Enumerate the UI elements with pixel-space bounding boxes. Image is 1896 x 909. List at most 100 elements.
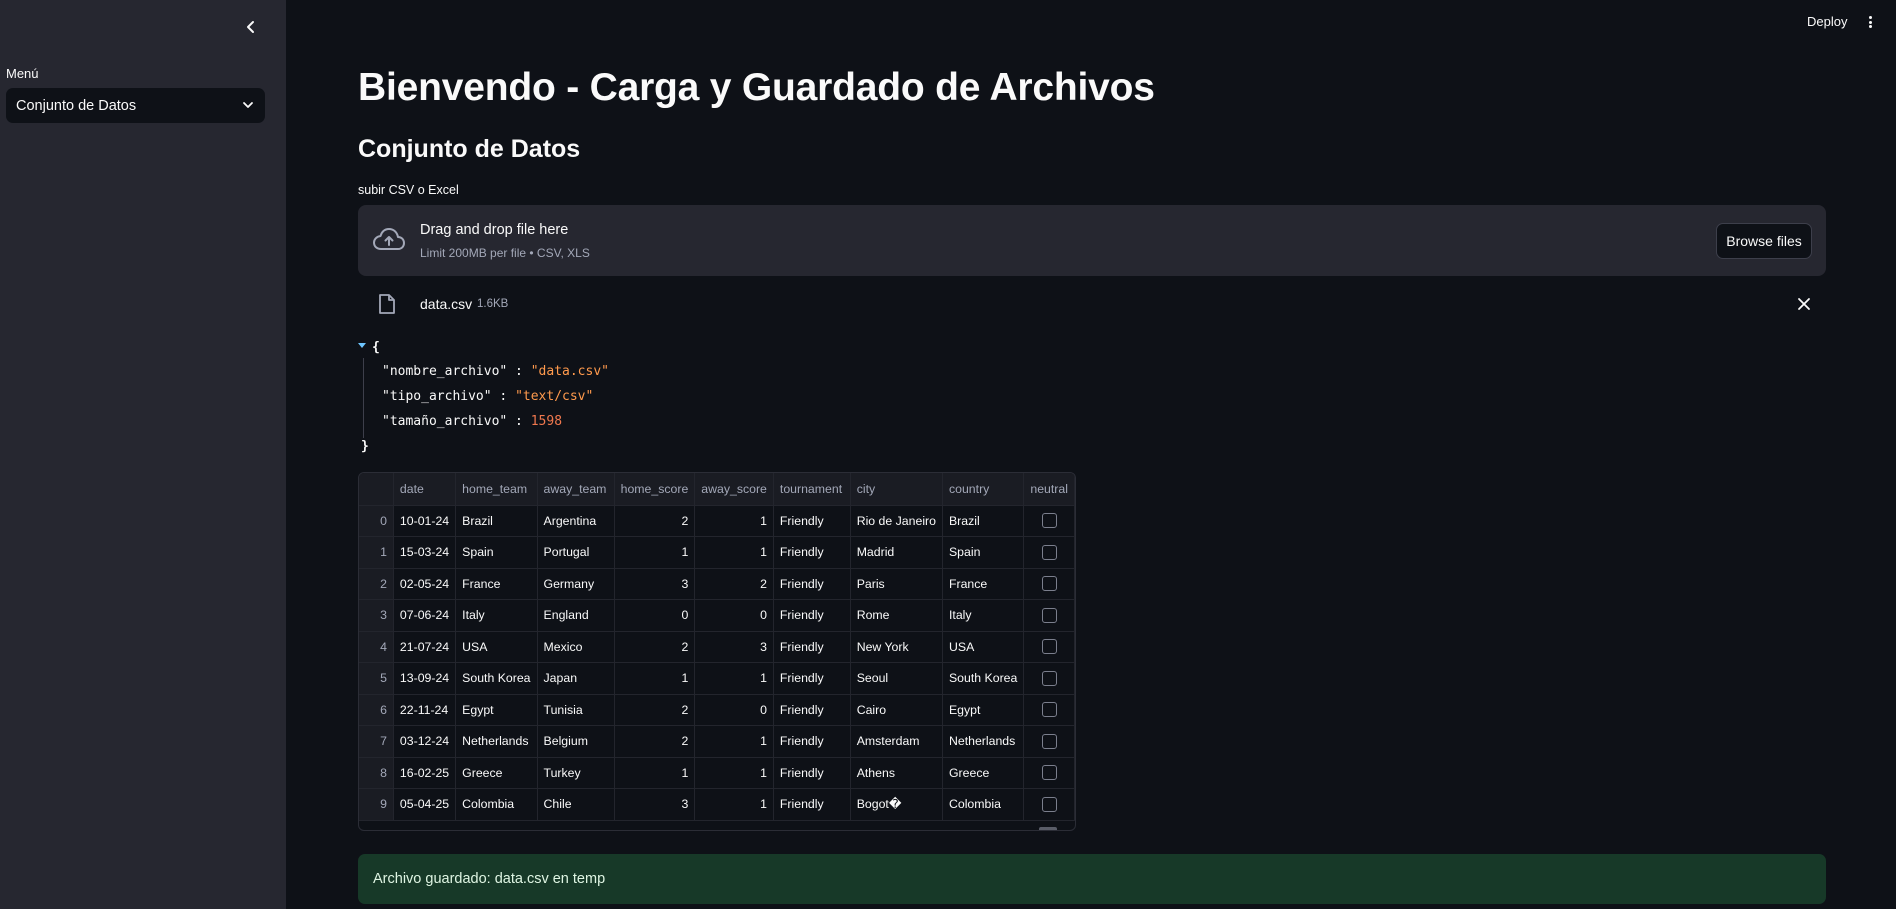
table-cell-tournament[interactable]: Friendly [773, 505, 851, 537]
table-cell-neutral[interactable] [1023, 757, 1075, 789]
neutral-checkbox[interactable] [1041, 670, 1057, 686]
menu-select[interactable]: Conjunto de Datos [6, 88, 265, 123]
table-cell-city[interactable]: Madrid [850, 536, 943, 569]
table-cell-home-team[interactable]: Egypt [455, 694, 538, 726]
column-header[interactable]: home_team [455, 473, 538, 506]
table-cell-home-team[interactable]: Italy [455, 599, 538, 632]
table-cell-tournament[interactable]: Friendly [773, 788, 851, 821]
table-cell-home-team[interactable]: Greece [455, 757, 538, 789]
table-cell-city[interactable]: Rome [850, 599, 943, 632]
table-cell-country[interactable]: USA [942, 631, 1025, 663]
table-cell-date[interactable]: 10-01-24 [393, 505, 457, 537]
table-cell-home-team[interactable]: South Korea [455, 662, 538, 695]
table-cell-neutral[interactable] [1023, 662, 1075, 695]
table-cell-tournament[interactable]: Friendly [773, 725, 851, 758]
neutral-checkbox[interactable] [1041, 796, 1057, 812]
table-cell-date[interactable]: 16-02-25 [393, 757, 457, 789]
deploy-button[interactable]: Deploy [1807, 14, 1847, 29]
table-cell-date[interactable]: 13-09-24 [393, 662, 457, 695]
column-header[interactable]: home_score [614, 473, 696, 506]
table-cell-home-score[interactable]: 2 [614, 631, 696, 663]
table-cell-away-score[interactable]: 1 [694, 788, 774, 821]
table-cell-home-team[interactable]: Spain [455, 536, 538, 569]
table-cell-date[interactable]: 21-07-24 [393, 631, 457, 663]
table-cell-neutral[interactable] [1023, 568, 1075, 600]
table-cell-home-score[interactable]: 1 [614, 662, 696, 695]
table-cell-home-team[interactable]: Brazil [455, 505, 538, 537]
table-cell-away-team[interactable]: Germany [537, 568, 615, 600]
table-cell-tournament[interactable]: Friendly [773, 694, 851, 726]
neutral-checkbox[interactable] [1041, 733, 1057, 749]
table-cell-away-score[interactable]: 0 [694, 694, 774, 726]
neutral-checkbox[interactable] [1041, 765, 1057, 781]
table-cell-neutral[interactable] [1023, 725, 1075, 758]
json-collapse-toggle[interactable] [358, 343, 366, 348]
table-cell-home-score[interactable]: 1 [614, 536, 696, 569]
collapse-sidebar-button[interactable] [240, 16, 262, 38]
table-cell-tournament[interactable]: Friendly [773, 757, 851, 789]
table-cell-country[interactable]: Italy [942, 599, 1025, 632]
table-cell-city[interactable]: Athens [850, 757, 943, 789]
neutral-checkbox[interactable] [1041, 639, 1057, 655]
table-cell-away-score[interactable]: 0 [694, 599, 774, 632]
table-cell-country[interactable]: France [942, 568, 1025, 600]
table-cell-away-team[interactable]: Chile [537, 788, 615, 821]
table-cell-country[interactable]: Brazil [942, 505, 1025, 537]
table-scrollbar[interactable] [1039, 827, 1057, 830]
file-dropzone[interactable]: Drag and drop file here Limit 200MB per … [358, 205, 1826, 276]
table-cell-date[interactable]: 03-12-24 [393, 725, 457, 758]
table-cell-away-score[interactable]: 1 [694, 725, 774, 758]
table-cell-city[interactable]: Seoul [850, 662, 943, 695]
table-cell-away-team[interactable]: Argentina [537, 505, 615, 537]
table-cell-tournament[interactable]: Friendly [773, 631, 851, 663]
table-cell-country[interactable]: Greece [942, 757, 1025, 789]
table-cell-away-team[interactable]: Tunisia [537, 694, 615, 726]
table-cell-country[interactable]: Spain [942, 536, 1025, 569]
neutral-checkbox[interactable] [1041, 576, 1057, 592]
table-cell-tournament[interactable]: Friendly [773, 599, 851, 632]
table-cell-city[interactable]: Paris [850, 568, 943, 600]
table-cell-city[interactable]: Rio de Janeiro [850, 505, 943, 537]
table-cell-home-team[interactable]: Colombia [455, 788, 538, 821]
column-header[interactable]: away_team [537, 473, 615, 506]
table-cell-date[interactable]: 22-11-24 [393, 694, 457, 726]
table-cell-away-team[interactable]: Turkey [537, 757, 615, 789]
table-cell-country[interactable]: Netherlands [942, 725, 1025, 758]
table-cell-away-score[interactable]: 1 [694, 505, 774, 537]
table-cell-away-score[interactable]: 3 [694, 631, 774, 663]
table-cell-neutral[interactable] [1023, 505, 1075, 537]
column-header[interactable]: date [393, 473, 457, 506]
table-cell-neutral[interactable] [1023, 788, 1075, 821]
table-cell-home-score[interactable]: 3 [614, 568, 696, 600]
table-cell-country[interactable]: Colombia [942, 788, 1025, 821]
table-cell-home-team[interactable]: Netherlands [455, 725, 538, 758]
table-cell-home-score[interactable]: 0 [614, 599, 696, 632]
table-cell-city[interactable]: Bogot� [850, 788, 943, 821]
table-cell-neutral[interactable] [1023, 536, 1075, 569]
table-cell-home-score[interactable]: 2 [614, 725, 696, 758]
table-cell-home-score[interactable]: 2 [614, 505, 696, 537]
table-cell-country[interactable]: South Korea [942, 662, 1025, 695]
table-cell-neutral[interactable] [1023, 694, 1075, 726]
table-cell-date[interactable]: 07-06-24 [393, 599, 457, 632]
table-cell-city[interactable]: Cairo [850, 694, 943, 726]
table-cell-date[interactable]: 15-03-24 [393, 536, 457, 569]
browse-files-button[interactable]: Browse files [1716, 223, 1812, 259]
main-menu-button[interactable] [1864, 14, 1876, 30]
table-cell-tournament[interactable]: Friendly [773, 568, 851, 600]
close-icon[interactable] [1796, 296, 1812, 312]
column-header[interactable]: neutral [1023, 473, 1075, 506]
table-cell-away-score[interactable]: 1 [694, 757, 774, 789]
neutral-checkbox[interactable] [1041, 702, 1057, 718]
table-cell-home-team[interactable]: France [455, 568, 538, 600]
table-cell-tournament[interactable]: Friendly [773, 536, 851, 569]
table-cell-away-team[interactable]: Japan [537, 662, 615, 695]
neutral-checkbox[interactable] [1041, 513, 1057, 529]
table-cell-home-score[interactable]: 3 [614, 788, 696, 821]
table-cell-away-team[interactable]: Mexico [537, 631, 615, 663]
table-cell-home-score[interactable]: 2 [614, 694, 696, 726]
table-cell-city[interactable]: Amsterdam [850, 725, 943, 758]
table-cell-tournament[interactable]: Friendly [773, 662, 851, 695]
table-cell-away-team[interactable]: England [537, 599, 615, 632]
table-cell-away-team[interactable]: Portugal [537, 536, 615, 569]
